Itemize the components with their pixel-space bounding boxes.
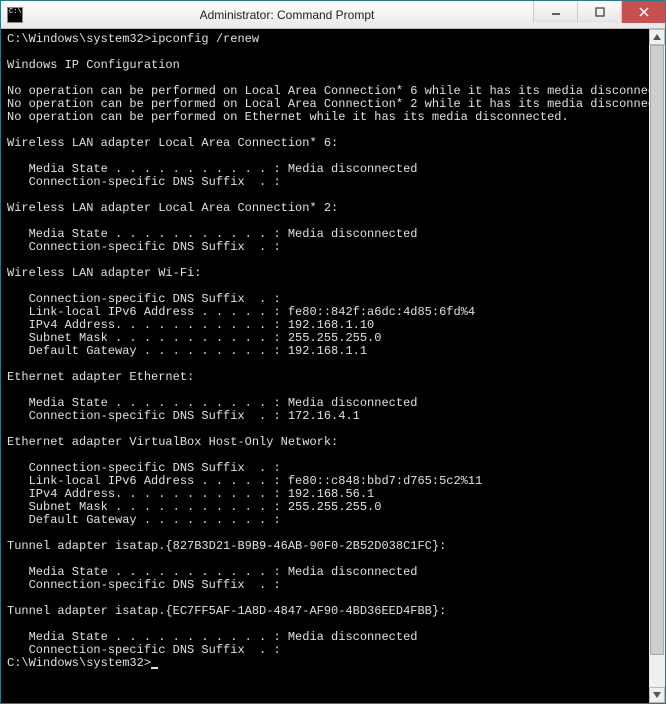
scroll-down-button[interactable] [649, 687, 665, 703]
terminal-output[interactable]: C:\Windows\system32>ipconfig /renew Wind… [1, 29, 649, 703]
minimize-button[interactable] [533, 1, 577, 23]
window-buttons [533, 1, 665, 23]
close-button[interactable] [621, 1, 665, 23]
titlebar: Administrator: Command Prompt [1, 1, 665, 29]
window-title: Administrator: Command Prompt [29, 8, 545, 22]
cursor [151, 667, 158, 669]
content-area: C:\Windows\system32>ipconfig /renew Wind… [1, 29, 665, 703]
scroll-thumb[interactable] [650, 45, 664, 655]
app-icon [7, 7, 23, 23]
command-prompt-window: Administrator: Command Prompt C:\Windows… [0, 0, 666, 704]
maximize-button[interactable] [577, 1, 621, 23]
scroll-track[interactable] [649, 45, 665, 687]
vertical-scrollbar[interactable] [649, 29, 665, 703]
scroll-up-button[interactable] [649, 29, 665, 45]
